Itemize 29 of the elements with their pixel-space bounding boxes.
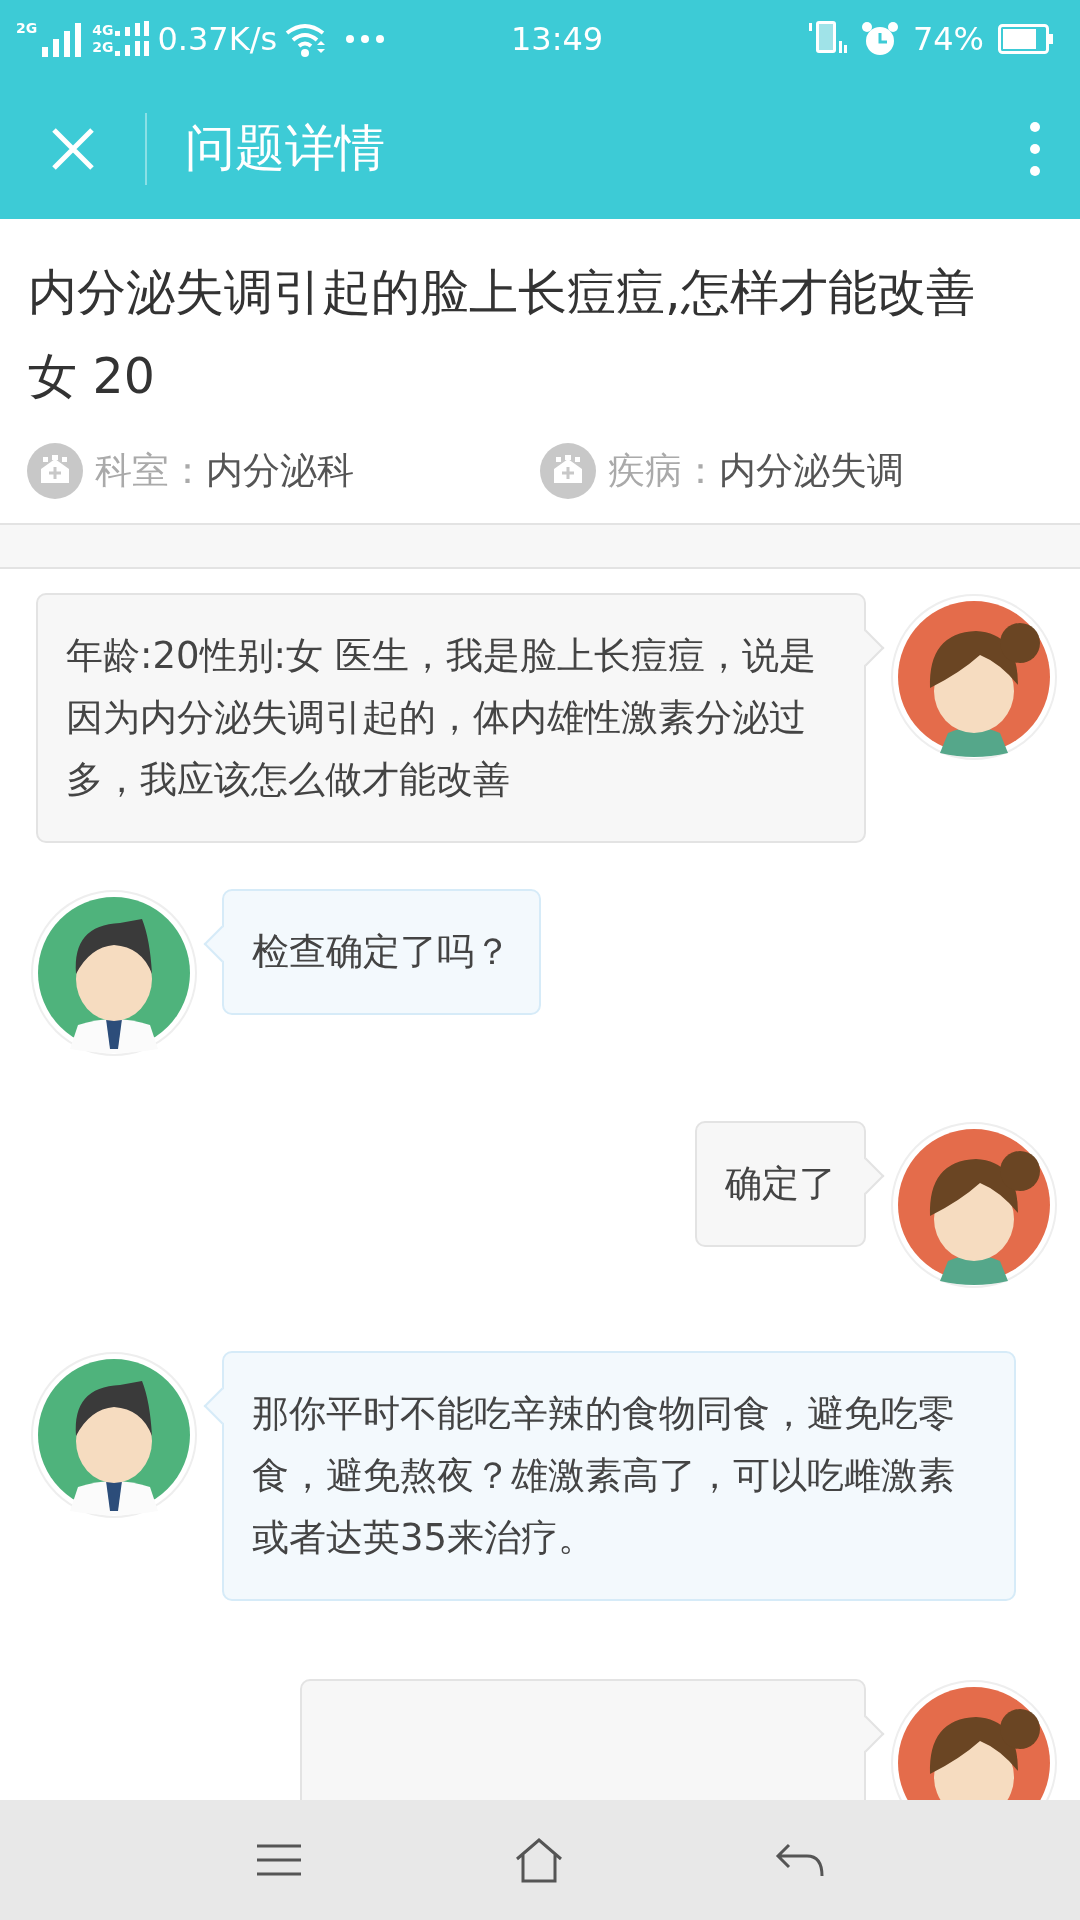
field-value: 内分泌失调 [719,448,904,495]
hospital-icon [540,443,596,499]
network-speed: 0.37K/s [157,19,278,60]
hospital-icon [27,443,83,499]
back-icon [774,1842,825,1878]
home-icon [514,1837,564,1883]
clock-time: 13:49 [510,19,604,60]
more-icon [1029,120,1041,177]
field-label: 疾病： [608,448,719,495]
avatar-icon [890,593,1058,761]
page-title: 问题详情 [185,118,386,179]
network-label: 4G [92,22,114,39]
network-label: 2G [16,21,38,35]
patient-info: 女 20 [28,347,156,407]
field-value: 内分泌科 [206,448,354,495]
battery-percent: 74% [912,19,984,60]
close-icon [49,125,96,172]
question-title: 内分泌失调引起的脸上长痘痘,怎样才能改善 [28,263,976,323]
field-label: 科室： [95,448,206,495]
network-label: 2G [92,39,114,56]
more-icon [345,34,386,44]
signal-icon [115,21,150,57]
avatar-icon [30,1351,198,1519]
battery-icon [998,24,1054,54]
alarm-icon [860,21,899,57]
menu-icon [255,1843,304,1877]
wifi-icon [285,21,328,57]
avatar-icon [890,1121,1058,1289]
avatar-icon [30,889,198,1057]
